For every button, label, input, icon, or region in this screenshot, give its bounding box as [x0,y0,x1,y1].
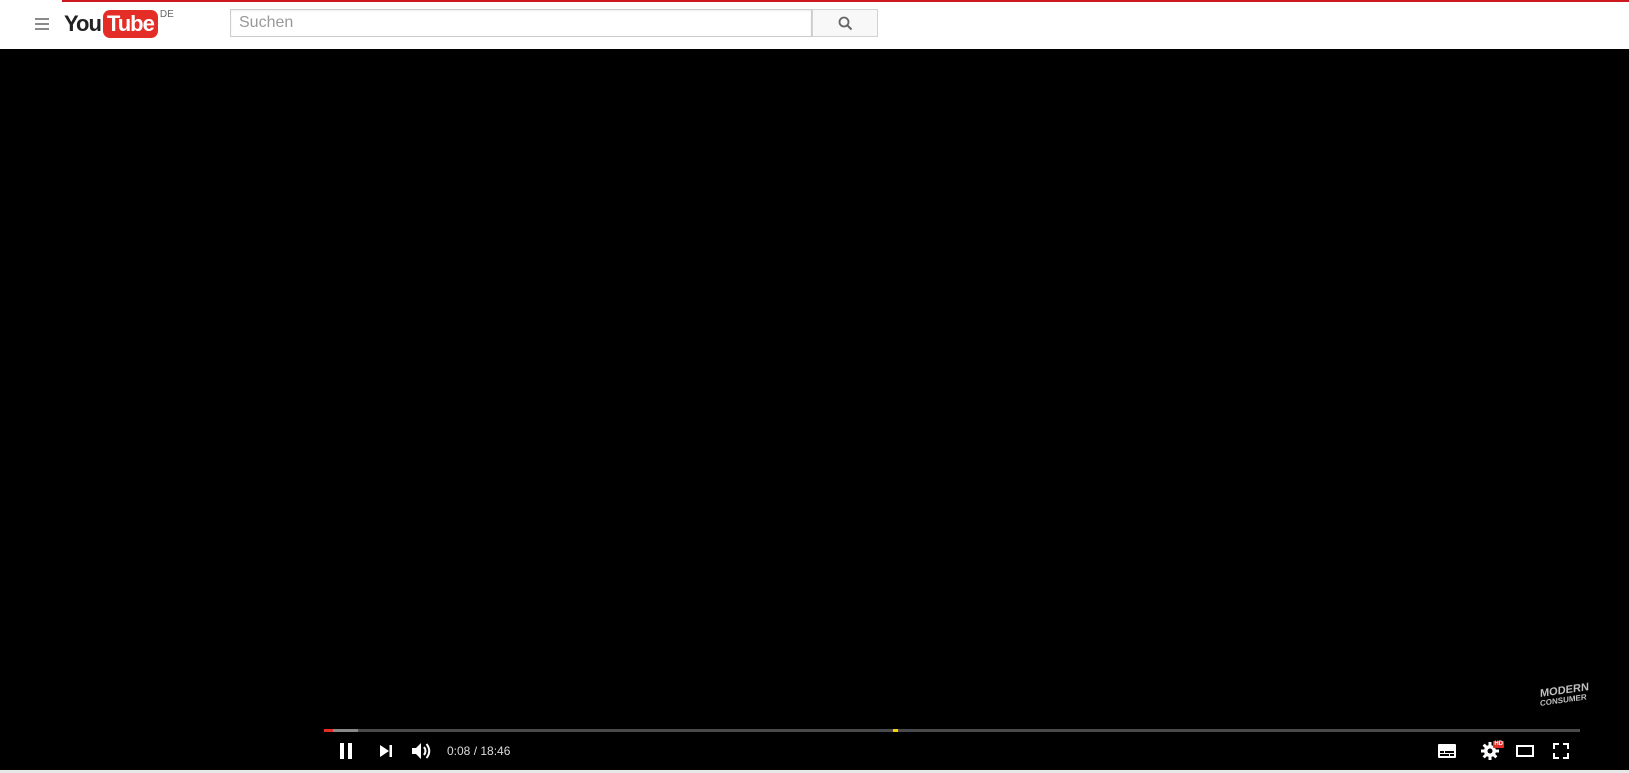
logo-text-tube: Tube [102,10,158,38]
hamburger-icon-bar [35,18,49,20]
guide-menu-button[interactable] [31,13,53,35]
subtitles-icon [1438,744,1456,758]
search-input[interactable] [230,9,812,37]
volume-icon [412,743,431,759]
search-button[interactable] [812,9,878,37]
pause-button[interactable] [334,739,358,763]
channel-watermark[interactable]: MODERN CONSUMER [1540,681,1589,709]
youtube-logo[interactable]: You Tube DE [64,9,174,40]
theater-mode-button[interactable] [1513,739,1537,763]
masthead: You Tube DE [0,0,1629,49]
subtitles-button[interactable] [1435,739,1459,763]
settings-wrapper: HD [1481,741,1504,760]
hamburger-icon-bar [35,28,49,30]
time-display: 0:08 / 18:46 [447,743,510,759]
time-total: 18:46 [480,744,511,758]
logo-text-you: You [64,11,102,36]
progress-ad-marker [893,729,898,732]
fullscreen-button[interactable] [1549,739,1573,763]
progress-played [324,729,333,732]
time-current: 0:08 [447,744,471,758]
next-button[interactable] [374,739,398,763]
progress-bar[interactable] [324,729,1580,732]
fullscreen-icon [1553,743,1569,759]
hd-badge: HD [1493,741,1504,748]
logo-country-code: DE [159,9,174,20]
pause-icon [340,743,352,759]
hamburger-icon-bar [35,23,49,25]
settings-button[interactable]: HD [1478,739,1504,763]
video-player[interactable]: MODERN CONSUMER 0:08 / 18:46 HD [0,49,1629,770]
skip-next-icon [380,745,392,757]
search-icon [838,16,852,30]
time-separator: / [470,744,481,758]
theater-mode-icon [1516,745,1534,757]
volume-button[interactable] [410,739,434,763]
masthead-top-line [62,0,1629,2]
